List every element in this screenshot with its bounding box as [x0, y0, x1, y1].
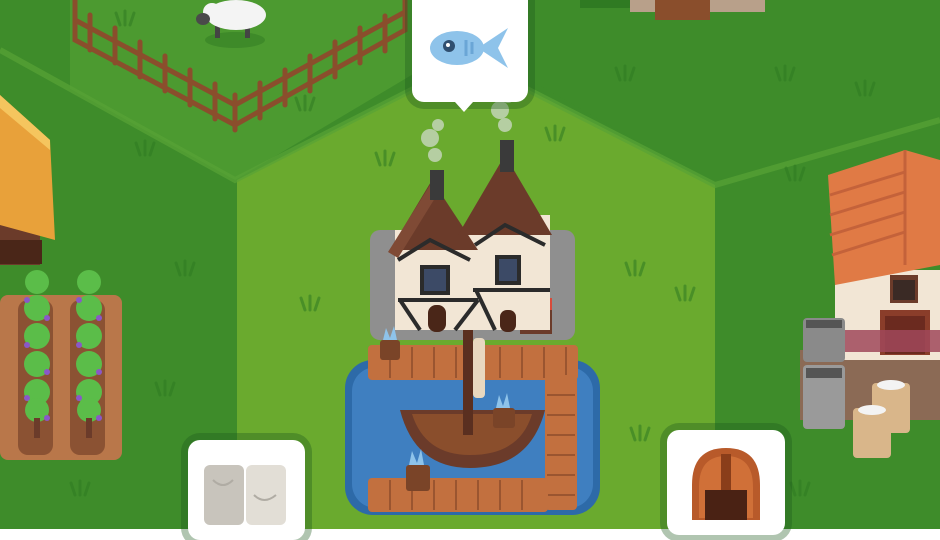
sheep[interactable]	[196, 0, 266, 48]
vineyard[interactable]	[0, 270, 122, 460]
fish-bubble-pointer	[455, 102, 473, 112]
helmet-icon	[692, 448, 760, 520]
fish-resource-bubble[interactable]	[412, 0, 528, 102]
fish-icon	[430, 28, 508, 68]
stone-resource-bubble[interactable]	[188, 440, 305, 540]
helmet-resource-bubble[interactable]	[667, 430, 785, 535]
stone-slab-icon	[204, 465, 286, 525]
